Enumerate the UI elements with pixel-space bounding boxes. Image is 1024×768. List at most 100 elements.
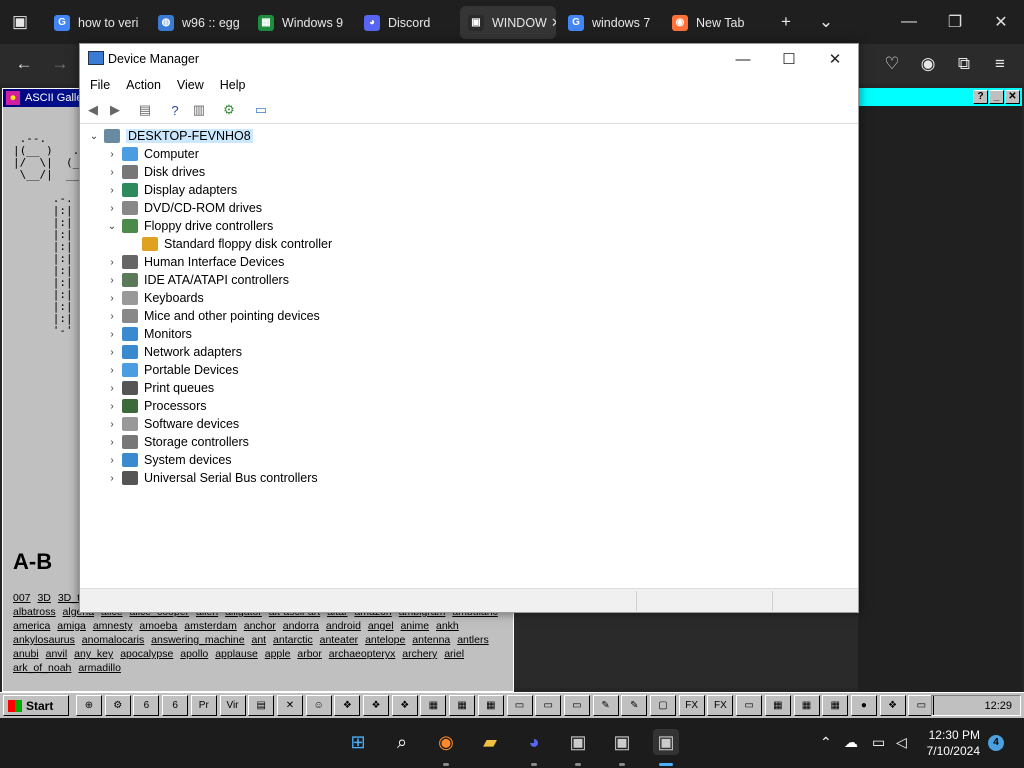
emulator-task-button[interactable]: ▦ — [764, 695, 791, 716]
browser-tab[interactable]: Gwindows 7 — [560, 6, 656, 39]
tree-category[interactable]: › Processors — [110, 397, 207, 415]
tree-category[interactable]: › System devices — [110, 451, 232, 469]
ascii-link[interactable]: anubi — [13, 648, 39, 660]
tree-category[interactable]: › Display adapters — [110, 181, 237, 199]
chevron-right-icon[interactable]: › — [106, 167, 118, 178]
emulator-task-button[interactable]: ✎ — [621, 695, 648, 716]
ascii-link[interactable]: andorra — [283, 620, 319, 632]
chevron-down-icon[interactable]: ⌄ — [88, 131, 100, 142]
chevron-right-icon[interactable]: › — [106, 257, 118, 268]
emulator-task-button[interactable]: FX — [707, 695, 734, 716]
chevron-right-icon[interactable]: › — [106, 329, 118, 340]
chevron-up-icon[interactable]: ⌃ — [820, 734, 832, 751]
ascii-link[interactable]: archaeopteryx — [329, 648, 396, 660]
extensions-icon[interactable]: ⧉ — [952, 52, 976, 76]
maximize-icon[interactable]: ☐ — [766, 44, 812, 74]
emulator-task-button[interactable]: FX — [678, 695, 705, 716]
forward-icon[interactable]: → — [48, 52, 72, 76]
chevron-right-icon[interactable]: › — [106, 185, 118, 196]
chevron-right-icon[interactable]: › — [106, 455, 118, 466]
emulator-task-button[interactable]: ▦ — [822, 695, 849, 716]
pocket-icon[interactable]: ♡ — [880, 52, 904, 76]
scan-hardware-icon[interactable]: ⚙ — [220, 101, 238, 119]
ascii-link[interactable]: apocalypse — [120, 648, 173, 660]
notification-badge[interactable]: 4 — [988, 735, 1004, 751]
emulator-task-button[interactable]: Vir — [219, 695, 246, 716]
tree-category[interactable]: › Human Interface Devices — [110, 253, 284, 271]
menu-item[interactable]: Help — [220, 78, 246, 92]
ascii-link[interactable]: archery — [402, 648, 437, 660]
tree-device[interactable]: Standard floppy disk controller — [142, 235, 332, 253]
chevron-right-icon[interactable]: › — [106, 383, 118, 394]
chevron-right-icon[interactable]: › — [106, 401, 118, 412]
properties-icon[interactable]: ▤ — [136, 101, 154, 119]
ascii-link[interactable]: albatross — [13, 606, 56, 618]
chevron-right-icon[interactable]: › — [106, 347, 118, 358]
emulator-task-button[interactable]: ☺ — [305, 695, 332, 716]
ascii-link[interactable]: ankylosaurus — [13, 634, 75, 646]
search-icon[interactable]: ⌕ — [389, 729, 415, 755]
help-icon[interactable]: ? — [166, 101, 184, 119]
account-icon[interactable]: ◉ — [916, 52, 940, 76]
tree-category[interactable]: › IDE ATA/ATAPI controllers — [110, 271, 289, 289]
ascii-link[interactable]: amnesty — [93, 620, 133, 632]
emulator-task-button[interactable]: ✎ — [592, 695, 619, 716]
browser-tab[interactable]: ▣ WINDOW ✕ — [460, 6, 556, 39]
chevron-right-icon[interactable]: › — [106, 365, 118, 376]
emulator-task-button[interactable]: ▢ — [650, 695, 676, 716]
menu-item[interactable]: Action — [126, 78, 161, 92]
ascii-link[interactable]: ant — [251, 634, 266, 646]
emulator-task-button[interactable]: ▭ — [736, 695, 763, 716]
emulator-task-button[interactable]: ▦ — [477, 695, 504, 716]
ascii-link[interactable]: ariel — [444, 648, 464, 660]
emulator-task-button[interactable]: ▤ — [248, 695, 275, 716]
menu-item[interactable]: File — [90, 78, 110, 92]
chevron-right-icon[interactable]: › — [106, 275, 118, 286]
tree-category[interactable]: › Keyboards — [110, 289, 204, 307]
emulator-task-button[interactable]: ❖ — [879, 695, 906, 716]
emulator-task-button[interactable]: ✕ — [276, 695, 303, 716]
tree-category[interactable]: › Mice and other pointing devices — [110, 307, 320, 325]
tree-root[interactable]: ⌄ DESKTOP-FEVNHO8 — [90, 127, 253, 145]
ascii-link[interactable]: arbor — [297, 648, 322, 660]
firefox-icon[interactable]: ◉ — [433, 729, 459, 755]
menu-icon[interactable]: ≡ — [988, 52, 1012, 76]
minimize-icon[interactable]: — — [720, 44, 766, 74]
emulator-task-button[interactable]: ▦ — [793, 695, 820, 716]
ascii-link[interactable]: amsterdam — [184, 620, 237, 632]
emulator-task-button[interactable]: 6 — [133, 695, 160, 716]
emulator-task-button[interactable]: 6 — [162, 695, 189, 716]
emulator-task-button[interactable]: ▦ — [420, 695, 447, 716]
discord-icon[interactable]: ◕ — [521, 729, 547, 755]
chevron-right-icon[interactable]: › — [106, 311, 118, 322]
ascii-link[interactable]: anime — [400, 620, 429, 632]
close-tab-icon[interactable]: ✕ — [551, 15, 556, 31]
ascii-link[interactable]: ankh — [436, 620, 459, 632]
forward-arrow-icon[interactable]: ▶ — [106, 101, 124, 119]
onedrive-icon[interactable]: ☁ — [844, 734, 858, 751]
chevron-right-icon[interactable]: › — [106, 149, 118, 160]
back-icon[interactable]: ← — [12, 52, 36, 76]
chevron-down-icon[interactable]: ⌄ — [106, 221, 118, 232]
ascii-link[interactable]: antenna — [412, 634, 450, 646]
device-manager-taskbar-icon[interactable]: ▣ — [653, 729, 679, 755]
windows-start-icon[interactable]: ⊞ — [345, 729, 371, 755]
browser-minimize-icon[interactable]: — — [886, 0, 932, 44]
help-button[interactable]: ? — [973, 90, 988, 104]
tree-category[interactable]: ⌄ Floppy drive controllers — [108, 217, 273, 235]
ascii-link[interactable]: anteater — [320, 634, 359, 646]
ascii-link[interactable]: armadillo — [78, 662, 121, 674]
back-arrow-icon[interactable]: ◀ — [84, 101, 102, 119]
emulator-task-button[interactable]: ⚙ — [104, 695, 131, 716]
ascii-link[interactable]: anchor — [244, 620, 276, 632]
ascii-link[interactable]: ark_of_noah — [13, 662, 71, 674]
ascii-link[interactable]: antarctic — [273, 634, 313, 646]
tree-category[interactable]: › Storage controllers — [110, 433, 249, 451]
file-explorer-icon[interactable]: ▰ — [477, 729, 503, 755]
ascii-link[interactable]: applause — [215, 648, 258, 660]
emulator-task-button[interactable]: ❖ — [334, 695, 361, 716]
display-icon[interactable]: ▭ — [872, 734, 885, 751]
tab-list-button[interactable]: ⌄ — [814, 10, 838, 34]
minimize-button[interactable]: _ — [989, 90, 1004, 104]
tree-category[interactable]: › Universal Serial Bus controllers — [110, 469, 318, 487]
